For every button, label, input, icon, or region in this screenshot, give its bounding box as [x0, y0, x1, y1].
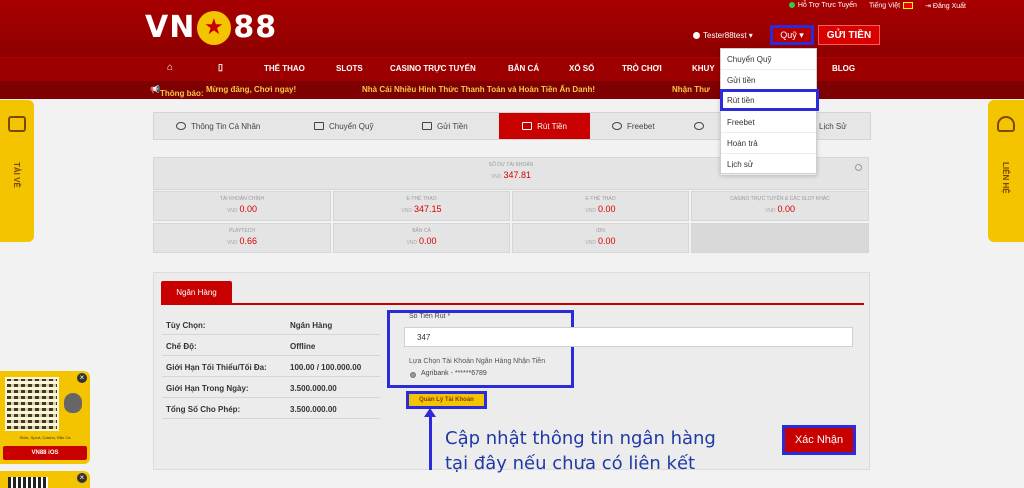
menu-item-deposit[interactable]: Gửi tiền [721, 70, 816, 91]
app-subtitle: Slots, Sport, Casino, Bắn Cá [19, 435, 71, 440]
info-row: Chế Độ: Offline [162, 336, 380, 356]
username: Tester88test [703, 31, 747, 40]
logo-text-left: VN [145, 10, 196, 45]
qr-code [5, 377, 59, 431]
ticker-label: 📢 Thông báo: [150, 85, 204, 98]
close-icon[interactable]: × [77, 373, 87, 383]
support-link[interactable]: Hỗ Trợ Trực Tuyến [788, 2, 857, 10]
tab-bank[interactable]: Ngân Hàng [161, 281, 232, 303]
announcement-ticker: 📢 Thông báo: Mừng đăng, Chơi ngay! Nhà C… [0, 81, 1024, 99]
mobile-icon[interactable]: ▯ [218, 62, 223, 73]
tab-deposit[interactable]: Gửi Tiền [422, 113, 468, 139]
headset-icon [997, 116, 1015, 132]
tab-withdraw[interactable]: Rút Tiền [499, 113, 590, 139]
tab-profile[interactable]: Thông Tin Cá Nhân [176, 113, 260, 139]
user-icon [693, 32, 700, 40]
wallet-esports-2: E-THỂ THAO VND 0.00 [512, 191, 689, 221]
fund-button[interactable]: Quỹ ▾ [770, 25, 814, 45]
info-row: Tùy Chọn: Ngân Hàng [162, 315, 380, 335]
info-row: Giới Hạn Trong Ngày: 3.500.000.00 [162, 378, 380, 398]
withdraw-icon [522, 122, 533, 130]
apple-icon [64, 393, 82, 413]
android-app-widget[interactable]: × [0, 471, 90, 488]
nav-item-casino[interactable]: CASINO TRỰC TUYẾN [390, 64, 476, 73]
header: VN ★ 88 Hỗ Trợ Trực Tuyến Tiếng Việt ⇥ Đ… [0, 0, 1024, 57]
confirm-button[interactable]: Xác Nhận [782, 425, 856, 455]
annotation-arrow [429, 414, 432, 470]
empty-cell [691, 223, 869, 253]
star-icon: ★ [197, 10, 232, 45]
nav-item-blog[interactable]: BLOG [832, 64, 855, 73]
tab-transfer[interactable]: Chuyển Quỹ [314, 113, 373, 139]
withdraw-amount-input[interactable]: 347 [404, 327, 853, 347]
tab-rebate[interactable] [694, 113, 704, 139]
fund-dropdown-menu: Chuyển Quỹ Gửi tiền Rút tiền Freebet Hoà… [720, 48, 819, 175]
ticker-message: Mừng đăng, Chơi ngay! [206, 85, 297, 94]
refresh-icon[interactable] [855, 164, 862, 171]
main-nav: ⌂ ▯ THỂ THAO SLOTS CASINO TRỰC TUYẾN BẮN… [0, 57, 1024, 81]
bank-account-option[interactable]: Agribank - ******6789 [421, 370, 487, 377]
ticker-message: Nhận Thư [672, 85, 710, 94]
info-row: Tổng Số Cho Phép: 3.500.000.00 [162, 399, 380, 419]
menu-item-freebet[interactable]: Freebet [721, 112, 816, 133]
download-label: TẢI VỀ [12, 162, 21, 188]
transfer-icon [314, 122, 324, 130]
info-row: Giới Hạn Tối Thiểu/Tối Đa: 100.00 / 100.0… [162, 357, 380, 377]
deposit-button[interactable]: GỬI TIỀN [818, 25, 880, 45]
wallet-casino: CASINO TRỰC TUYẾN & CÁC SLOT KHÁC VND 0.0… [691, 191, 869, 221]
top-links: Hỗ Trợ Trực Tuyến Tiếng Việt ⇥ Đăng Xuất [788, 2, 966, 10]
language-select[interactable]: Tiếng Việt [869, 2, 914, 10]
online-dot-icon [788, 2, 795, 9]
menu-item-transfer[interactable]: Chuyển Quỹ [721, 49, 816, 70]
logo-text-right: 88 [233, 10, 278, 45]
vietnam-flag-icon [903, 2, 914, 9]
tab-freebet[interactable]: Freebet [612, 113, 655, 139]
nav-item-fishing[interactable]: BẮN CÁ [508, 64, 539, 73]
download-side-tab[interactable]: TẢI VỀ [0, 100, 34, 242]
menu-item-withdraw[interactable]: Rút tiền [720, 89, 819, 111]
wallet-esports: E-THỂ THAO VND 347.15 [333, 191, 510, 221]
tab-history[interactable]: Lịch Sử [819, 113, 847, 139]
manage-account-button[interactable]: Quản Lý Tài Khoản [406, 391, 487, 409]
ios-app-widget[interactable]: × Slots, Sport, Casino, Bắn Cá VN88 iOS [0, 371, 90, 464]
page: VN ★ 88 Hỗ Trợ Trực Tuyến Tiếng Việt ⇥ Đ… [0, 0, 1024, 488]
menu-item-history[interactable]: Lịch sử [721, 154, 816, 175]
divider [161, 303, 864, 305]
wallet-idn: IDN VND 0.00 [512, 223, 689, 253]
nav-item-slots[interactable]: SLOTS [336, 64, 363, 73]
rebate-icon [694, 122, 704, 130]
app-title: VN88 iOS [3, 446, 87, 460]
wallet-main: TÀI KHOẢN CHÍNH VND 0.00 [153, 191, 331, 221]
contact-label: LIÊN HỆ [1001, 162, 1010, 194]
home-icon[interactable]: ⌂ [167, 62, 173, 73]
nav-item-lottery[interactable]: XỔ SỐ [569, 64, 594, 73]
wallet-fishing: BẮN CÁ VND 0.00 [333, 223, 510, 253]
nav-item-sports[interactable]: THỂ THAO [264, 64, 305, 73]
annotation-note: Cập nhật thông tin ngân hàng tại đây nếu… [445, 428, 716, 474]
ticker-message: Nhà Cái Nhiều Hình Thức Thanh Toán và Ho… [362, 85, 596, 94]
logout-link[interactable]: ⇥ Đăng Xuất [925, 2, 966, 10]
bank-account-radio[interactable] [410, 372, 416, 378]
user-icon [176, 122, 186, 130]
nav-item-games[interactable]: TRÒ CHƠI [622, 64, 662, 73]
amount-label: Số Tiền Rút * [409, 313, 451, 320]
nav-item-promotions[interactable]: KHUY [692, 64, 715, 73]
contact-side-tab[interactable]: LIÊN HỆ [988, 100, 1024, 242]
close-icon[interactable]: × [77, 473, 87, 483]
user-menu[interactable]: Tester88test ▾ [693, 31, 753, 40]
qr-code [8, 477, 48, 488]
menu-item-rebate[interactable]: Hoàn trả [721, 133, 816, 154]
logo[interactable]: VN ★ 88 [145, 10, 277, 45]
download-icon [8, 116, 26, 132]
freebet-icon [612, 122, 622, 130]
wallet-playtech: PLAYTECH VND 0.66 [153, 223, 331, 253]
deposit-icon [422, 122, 432, 130]
bank-account-label: Lựa Chọn Tài Khoản Ngân Hàng Nhận Tiền [409, 358, 546, 365]
